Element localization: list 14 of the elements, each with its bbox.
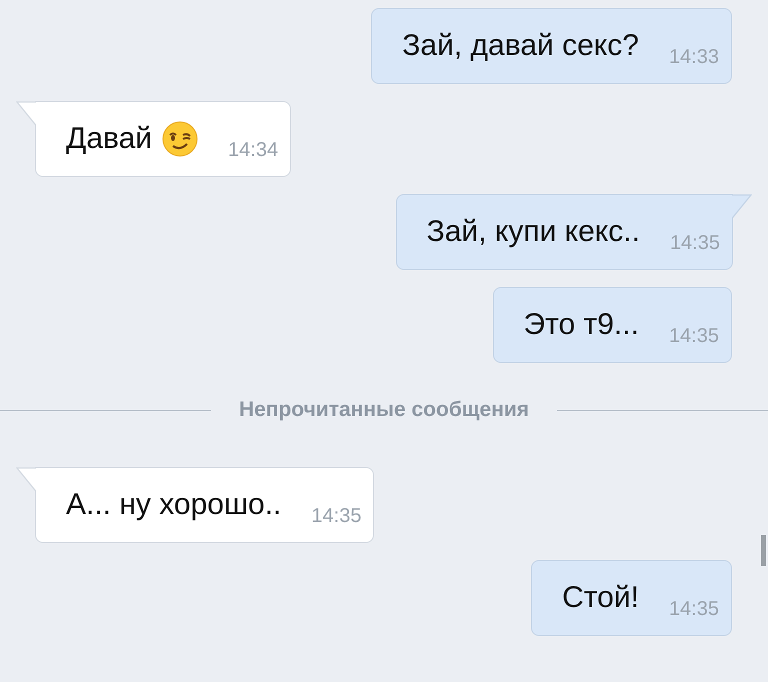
timestamp: 14:35 — [311, 504, 362, 528]
unread-divider-label: Непрочитанные сообщения — [238, 398, 530, 422]
message-text: Давай — [66, 122, 152, 156]
message-text: Зай, давай секс? — [402, 29, 639, 63]
timestamp: 14:33 — [668, 46, 719, 68]
message-text: Зай, купи кекс.. — [426, 215, 640, 249]
timestamp: 14:35 — [668, 324, 719, 348]
timestamp: 14:35 — [670, 232, 720, 254]
timestamp: 14:34 — [228, 138, 278, 162]
timestamp: 14:35 — [668, 598, 719, 620]
message-text: Стой! — [562, 581, 639, 615]
scrollbar[interactable] — [761, 535, 766, 566]
message-text: Это т9... — [524, 308, 639, 342]
message-text: А... ну хорошо.. — [66, 488, 282, 522]
